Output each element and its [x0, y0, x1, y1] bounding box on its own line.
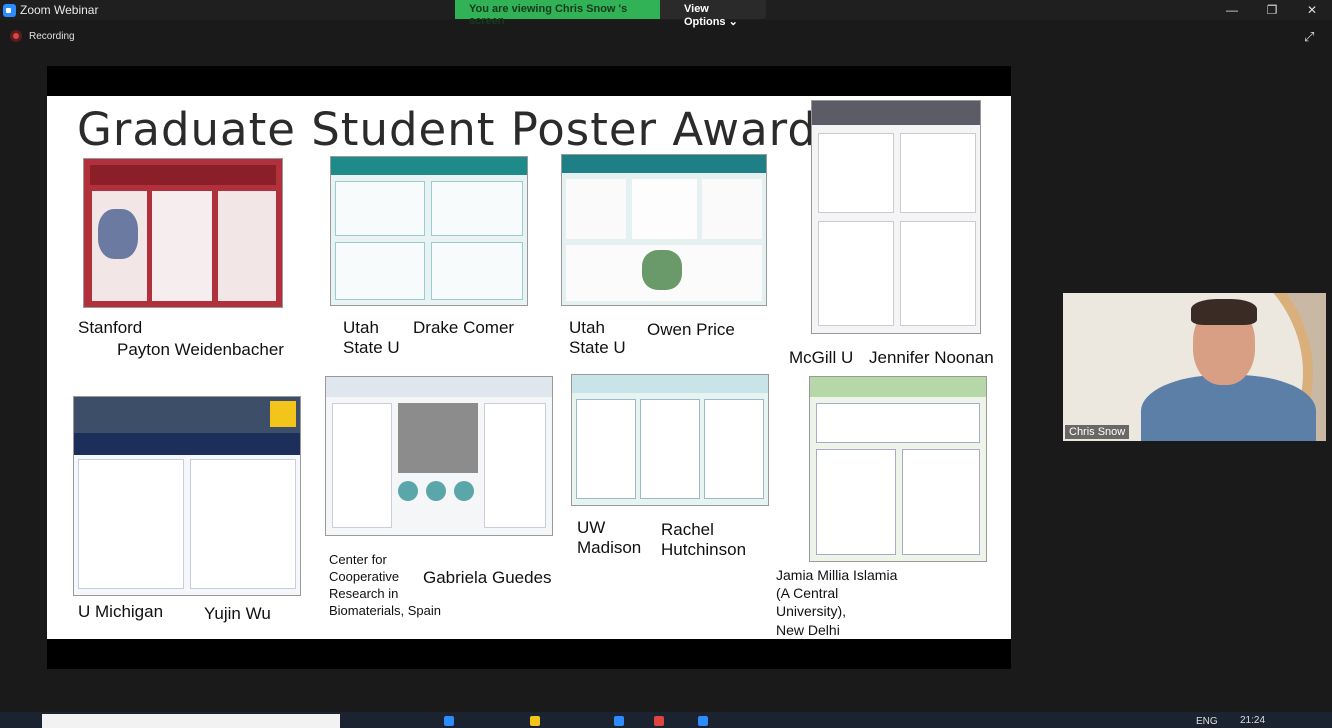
participant-name: Chris Snow	[1065, 425, 1130, 439]
inst-line: Madison	[577, 538, 642, 558]
presentation-slide: Graduate Student Poster Awards Stanford …	[47, 96, 1011, 639]
winner-inst: U Michigan	[78, 602, 164, 621]
taskbar: ENG 21:24	[0, 712, 1332, 728]
window-title: Zoom Webinar	[20, 3, 99, 17]
inst-line: UW	[577, 518, 606, 537]
winner-inst: Stanford	[78, 318, 143, 337]
winner-name: Drake Comer	[413, 318, 515, 337]
app-icon[interactable]	[530, 716, 540, 726]
winner-inst: UW Madison	[577, 518, 641, 559]
poster-uw-madison	[571, 374, 769, 506]
winner-inst: McGill U	[789, 348, 854, 367]
inst-line: New Delhi	[776, 621, 840, 638]
inst-line: Center for	[329, 552, 387, 567]
recording-indicator[interactable]: Recording	[10, 30, 75, 42]
clock[interactable]: 21:24	[1240, 715, 1265, 726]
inst-line: Jamia Millia Islamia	[776, 567, 898, 583]
inst-line: Utah	[569, 318, 605, 337]
taskbar-search[interactable]	[42, 714, 340, 728]
chevron-down-icon: ⌄	[728, 16, 738, 28]
app-title: Zoom Webinar	[3, 3, 98, 17]
language-indicator[interactable]: ENG	[1196, 716, 1218, 727]
inst-line: Biomaterials, Spain	[329, 602, 441, 618]
record-icon	[10, 30, 22, 42]
fullscreen-icon[interactable]: ⤢	[1304, 30, 1318, 44]
app-icon[interactable]	[444, 716, 454, 726]
viewing-screen-label: You are viewing Chris Snow 's screen	[455, 0, 660, 27]
poster-utah-owen	[561, 154, 767, 306]
inst-line: (A Central	[776, 585, 839, 602]
inst-line: University),	[776, 603, 847, 620]
minimize-button[interactable]: —	[1212, 0, 1252, 20]
winner-name: Jennifer Noonan	[869, 348, 994, 367]
zoom-app-icon[interactable]	[698, 716, 708, 726]
name-line: Hutchinson	[661, 540, 747, 560]
poster-stanford	[83, 158, 283, 308]
participant-video[interactable]: Chris Snow	[1063, 293, 1326, 441]
winner-inst: Utah State U	[569, 318, 626, 359]
view-options-label: View Options	[684, 3, 726, 28]
inst-line: Utah	[343, 318, 379, 337]
winner-name: Owen Price	[647, 320, 735, 339]
poster-spain	[325, 376, 553, 536]
winner-name: Gabriela Guedes	[423, 568, 552, 587]
winner-inst: Utah State U	[343, 318, 400, 359]
winner-inst: Jamia Millia Islamia (A Central Universi…	[776, 566, 897, 639]
shared-screen: Graduate Student Poster Awards Stanford …	[47, 66, 1011, 669]
poster-mcgill	[811, 100, 981, 334]
poster-michigan	[73, 396, 301, 596]
slide-title: Graduate Student Poster Awards	[77, 103, 842, 156]
inst-line: State U	[569, 338, 626, 358]
hair	[1191, 299, 1257, 325]
winner-name: Rachel Hutchinson	[661, 520, 746, 561]
app-icon[interactable]	[654, 716, 664, 726]
name-line: Rachel	[661, 520, 714, 539]
recording-label: Recording	[29, 30, 75, 42]
poster-utah-drake	[330, 156, 528, 306]
inst-line: State U	[343, 338, 400, 358]
share-banner: You are viewing Chris Snow 's screen Vie…	[455, 0, 766, 28]
winner-name: Yujin Wu	[204, 604, 271, 623]
poster-jamia	[809, 376, 987, 562]
window-controls: — ❐ ✕	[1212, 0, 1332, 20]
restore-button[interactable]: ❐	[1252, 0, 1292, 20]
app-icon[interactable]	[614, 716, 624, 726]
winner-name: Payton Weidenbacher	[117, 340, 284, 359]
zoom-logo-icon	[3, 3, 16, 17]
close-button[interactable]: ✕	[1292, 0, 1332, 20]
view-options-button[interactable]: View Options ⌄	[660, 0, 766, 28]
